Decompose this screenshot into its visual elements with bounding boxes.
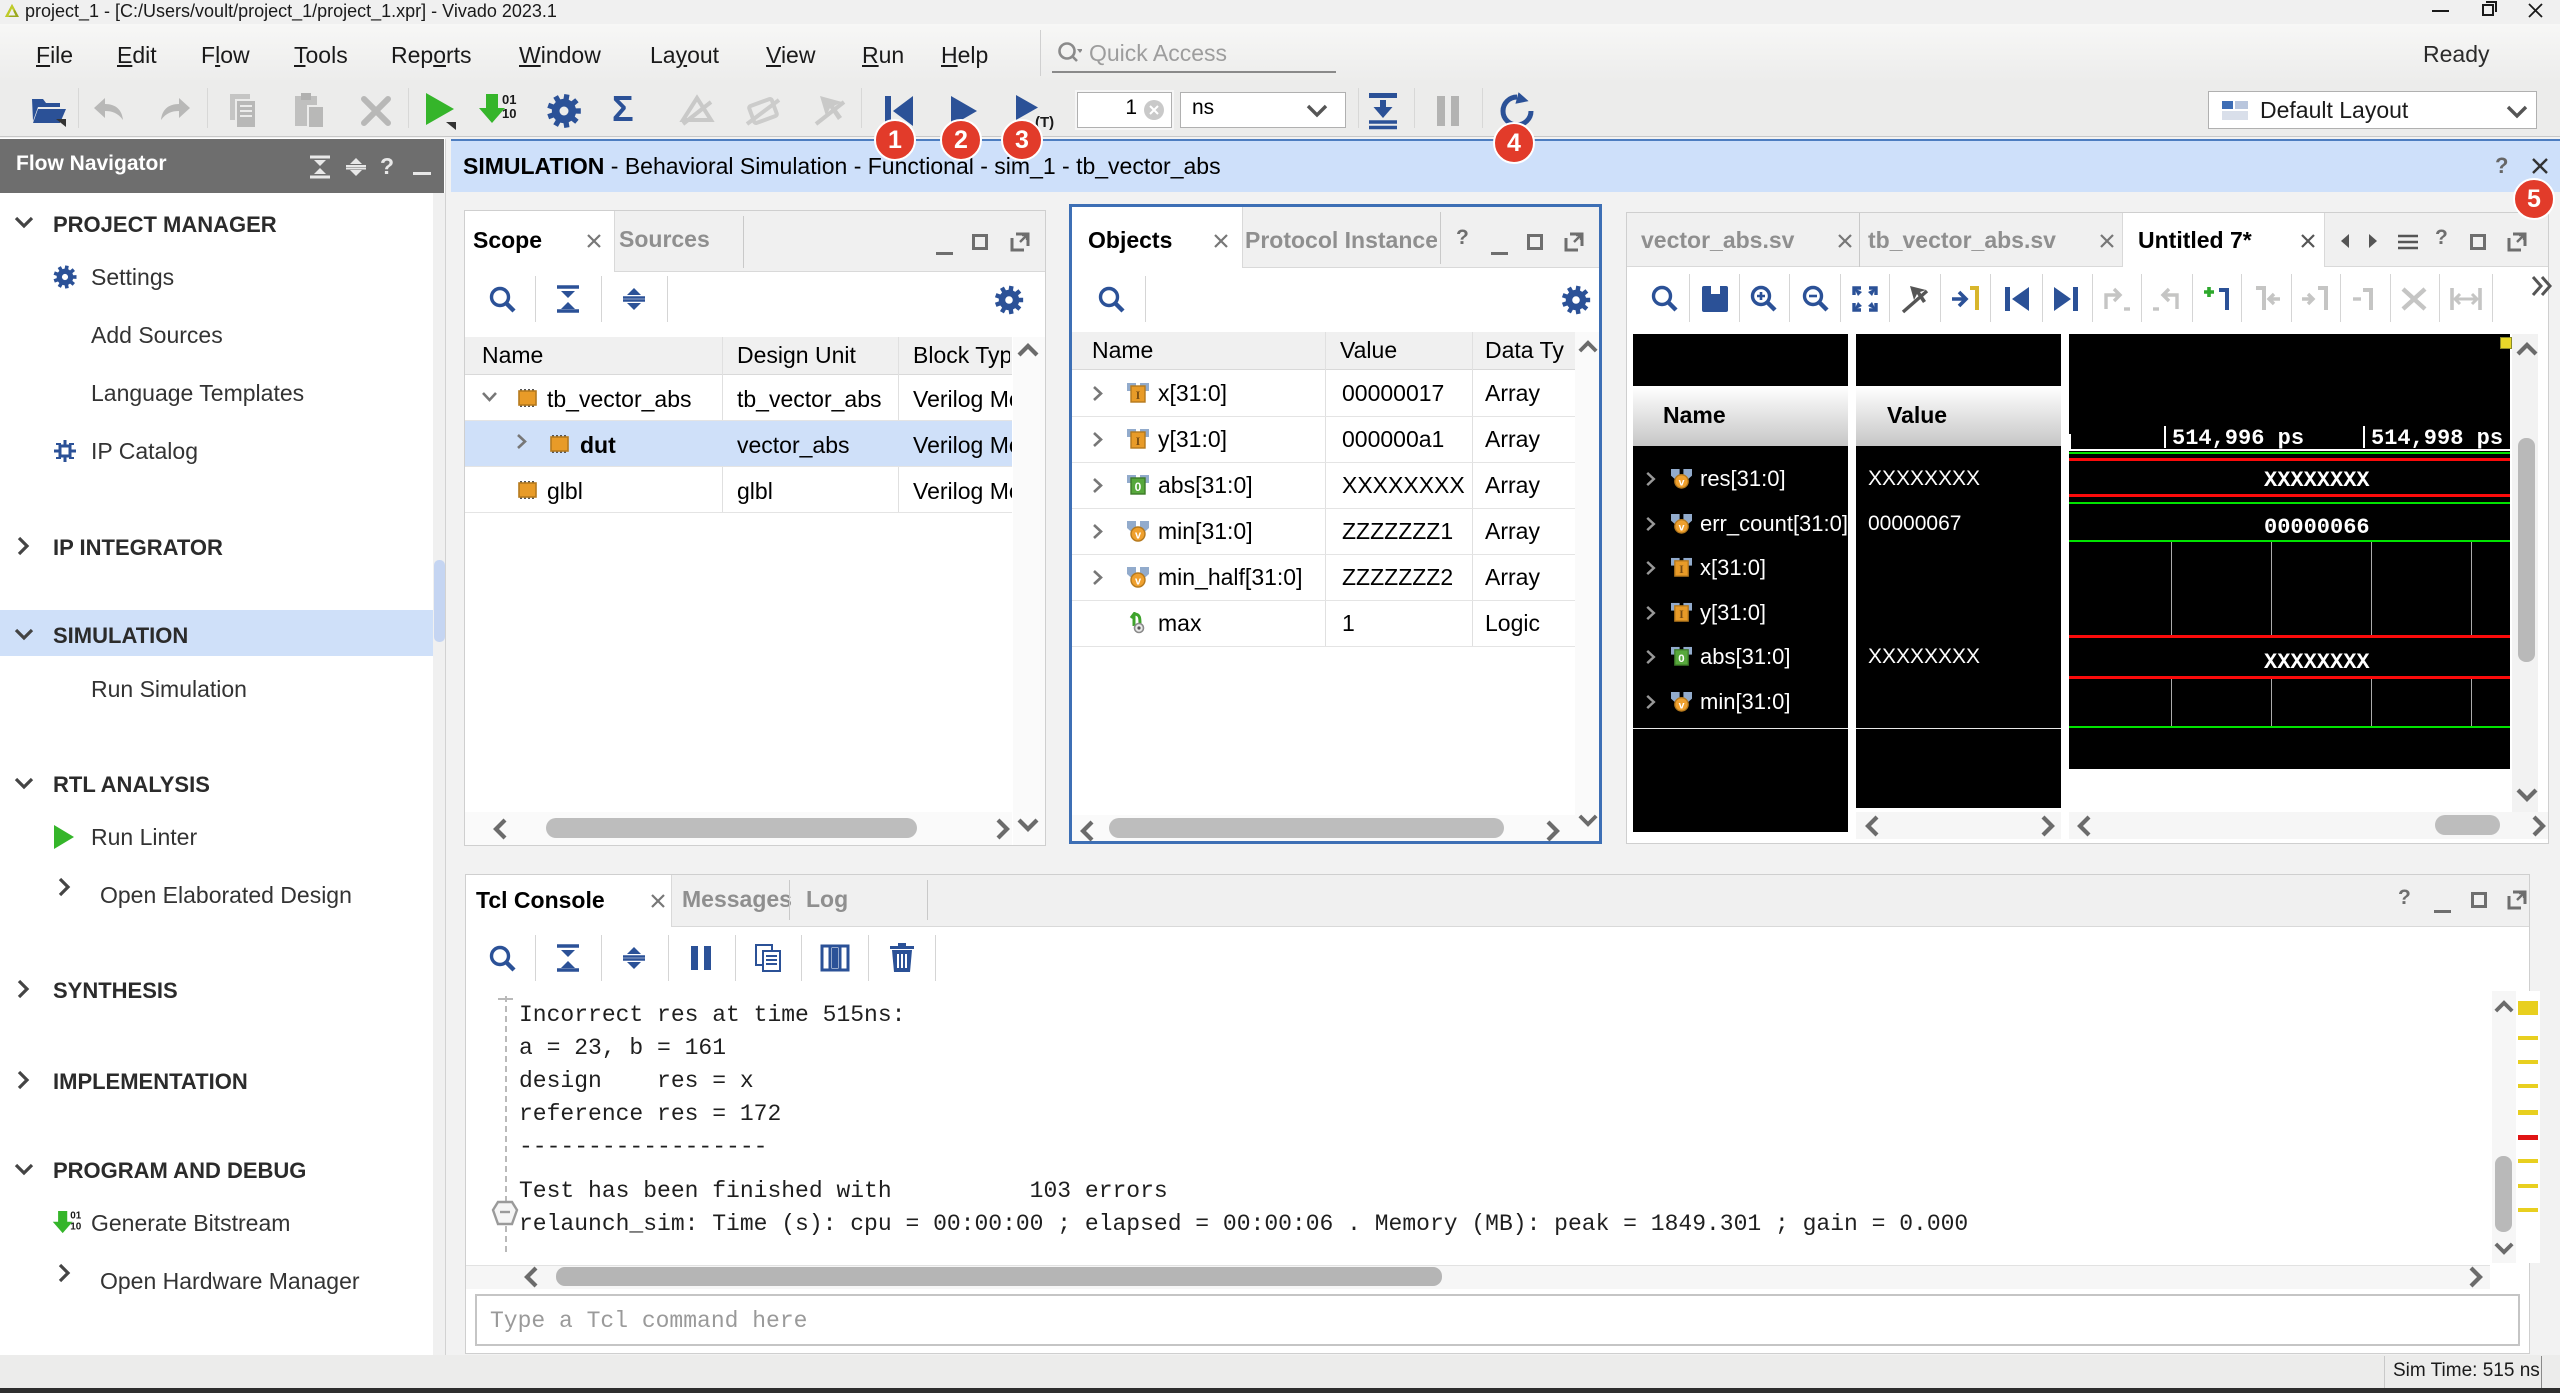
svg-text:I: I bbox=[1136, 388, 1141, 402]
svg-text:v: v bbox=[1679, 522, 1685, 534]
svg-text:I: I bbox=[1136, 434, 1141, 448]
svg-text:v: v bbox=[1135, 530, 1142, 542]
svg-text:v: v bbox=[1679, 700, 1685, 712]
svg-text:0: 0 bbox=[1678, 653, 1684, 665]
svg-text:v: v bbox=[1679, 477, 1685, 489]
svg-text:v: v bbox=[1135, 576, 1142, 588]
svg-text:01: 01 bbox=[70, 1211, 82, 1222]
svg-text:01: 01 bbox=[502, 92, 516, 107]
svg-text:I: I bbox=[1679, 609, 1684, 621]
svg-text:I: I bbox=[1679, 564, 1684, 576]
svg-text:10: 10 bbox=[70, 1221, 82, 1232]
svg-text:0: 0 bbox=[1135, 480, 1142, 494]
svg-text:10: 10 bbox=[502, 106, 516, 121]
